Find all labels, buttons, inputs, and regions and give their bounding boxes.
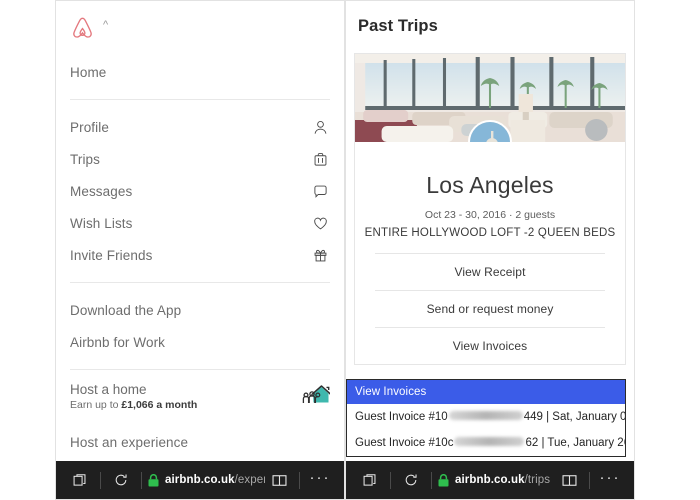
sidebar-item-download-the-app[interactable]: Download the App	[56, 294, 344, 326]
earn-prefix: Earn up to	[70, 399, 122, 411]
screenshot-stage: ^ Home Profile Trips Messages Wish Lists…	[0, 0, 700, 500]
sidebar-item-label: Host an experience	[70, 434, 189, 450]
url-path: /trips	[524, 474, 551, 486]
invoice-prefix: Guest Invoice #10	[355, 411, 448, 423]
trip-city: Los Angeles	[426, 172, 554, 198]
view-invoices-button[interactable]: View Invoices	[355, 328, 625, 364]
view-receipt-button[interactable]: View Receipt	[355, 254, 625, 290]
sidebar-item-airbnb-for-work[interactable]: Airbnb for Work	[56, 326, 344, 358]
sidebar-item-home[interactable]: Home	[56, 56, 344, 88]
url-host: airbnb.co.uk	[455, 474, 525, 486]
url-host: airbnb.co.uk	[165, 474, 235, 486]
right-browser-toolbar: airbnb.co.uk/trips ···	[346, 461, 634, 499]
reader-view-icon[interactable]	[555, 466, 583, 494]
sidebar-item-profile[interactable]: Profile	[56, 111, 344, 143]
sidebar-item-label: Airbnb for Work	[70, 334, 166, 350]
url-path: /experiences/5787!	[234, 474, 265, 486]
divider	[70, 369, 330, 370]
list-item[interactable]: Guest Invoice #10c 62 | Tue, January 26, …	[347, 430, 625, 456]
tabs-icon[interactable]	[356, 466, 384, 494]
left-phone-frame: ^ Home Profile Trips Messages Wish Lists…	[55, 0, 345, 500]
dropdown-header-view-invoices[interactable]: View Invoices	[347, 380, 625, 404]
toolbar-divider	[589, 471, 590, 489]
heart-icon	[310, 213, 330, 233]
send-or-request-money-button[interactable]: Send or request money	[355, 291, 625, 327]
divider	[70, 99, 330, 100]
address-bar[interactable]: airbnb.co.uk/experiences/5787!	[148, 473, 265, 487]
sidebar-item-host-a-home[interactable]: Host a home Earn up to £1,066 a month	[56, 381, 344, 412]
chevron-up-icon[interactable]: ^	[103, 20, 108, 31]
gift-icon	[310, 245, 330, 265]
ellipsis-icon[interactable]: ···	[596, 466, 624, 494]
sidebar-item-label: Invite Friends	[70, 247, 153, 263]
reload-icon[interactable]	[107, 466, 135, 494]
url-text: airbnb.co.uk/trips	[455, 474, 550, 486]
sidebar-item-label: Wish Lists	[70, 215, 133, 231]
list-item[interactable]: Guest Invoice #10 449 | Sat, January 02, …	[347, 404, 625, 430]
sidebar-item-label: Trips	[70, 151, 100, 167]
ellipsis-icon[interactable]: ···	[306, 466, 334, 494]
url-text: airbnb.co.uk/experiences/5787!	[165, 474, 265, 486]
speech-bubble-icon	[310, 181, 330, 201]
hero-image	[355, 54, 625, 142]
right-phone-screen: Past Trips Los Angeles Oct 23 - 30, 2016…	[346, 1, 634, 461]
sidebar-item-wish-lists[interactable]: Wish Lists	[56, 207, 344, 239]
host-a-home-subtitle: Earn up to £1,066 a month	[70, 398, 197, 412]
host-a-home-title: Host a home	[70, 382, 147, 397]
page-title: Past Trips	[358, 17, 438, 35]
redacted-invoice-number	[448, 411, 523, 421]
sidebar-item-label: Messages	[70, 183, 133, 199]
address-bar[interactable]: airbnb.co.uk/trips	[438, 473, 555, 487]
tabs-icon[interactable]	[66, 466, 94, 494]
invoice-suffix: 62 | Tue, January 26, 2	[525, 437, 625, 449]
airbnb-belo-logo-icon[interactable]	[70, 16, 95, 42]
earn-amount: £1,066 a month	[121, 399, 198, 411]
suitcase-icon	[310, 149, 330, 169]
toolbar-divider	[141, 471, 142, 489]
lock-icon	[438, 473, 449, 487]
left-phone-screen: ^ Home Profile Trips Messages Wish Lists…	[56, 1, 344, 461]
sidebar-item-label: Home	[70, 64, 107, 80]
toolbar-divider	[431, 471, 432, 489]
person-icon	[310, 117, 330, 137]
trip-dates-guests: Oct 23 - 30, 2016 · 2 guests	[424, 209, 556, 221]
trip-card[interactable]: Los Angeles Oct 23 - 30, 2016 · 2 guests…	[354, 53, 626, 365]
left-browser-toolbar: airbnb.co.uk/experiences/5787! ···	[56, 461, 344, 499]
host-a-home-text: Host a home Earn up to £1,066 a month	[70, 381, 197, 412]
invoice-prefix: Guest Invoice #10c	[355, 437, 454, 449]
sidebar-item-trips[interactable]: Trips	[56, 143, 344, 175]
toolbar-divider	[299, 471, 300, 489]
house-with-people-icon	[300, 382, 332, 411]
lock-icon	[148, 473, 159, 487]
sidebar-item-messages[interactable]: Messages	[56, 175, 344, 207]
brand-row: ^	[56, 1, 344, 56]
right-phone-frame: Past Trips Los Angeles Oct 23 - 30, 2016…	[345, 0, 635, 500]
toolbar-divider	[100, 471, 101, 489]
toolbar-divider	[390, 471, 391, 489]
redacted-invoice-number	[454, 437, 525, 447]
divider	[70, 282, 330, 283]
sidebar-item-label: Profile	[70, 119, 109, 135]
reload-icon[interactable]	[397, 466, 425, 494]
view-invoices-dropdown[interactable]: View Invoices Guest Invoice #10 449 | Sat…	[346, 379, 626, 457]
sidebar-item-host-an-experience[interactable]: Host an experience	[56, 426, 344, 458]
sidebar-item-label: Download the App	[70, 302, 182, 318]
invoice-suffix: 449 | Sat, January 02, 2	[523, 411, 625, 423]
reader-view-icon[interactable]	[265, 466, 293, 494]
trip-listing: ENTIRE HOLLYWOOD LOFT -2 QUEEN BEDS	[364, 227, 616, 239]
sidebar-item-invite-friends[interactable]: Invite Friends	[56, 239, 344, 271]
